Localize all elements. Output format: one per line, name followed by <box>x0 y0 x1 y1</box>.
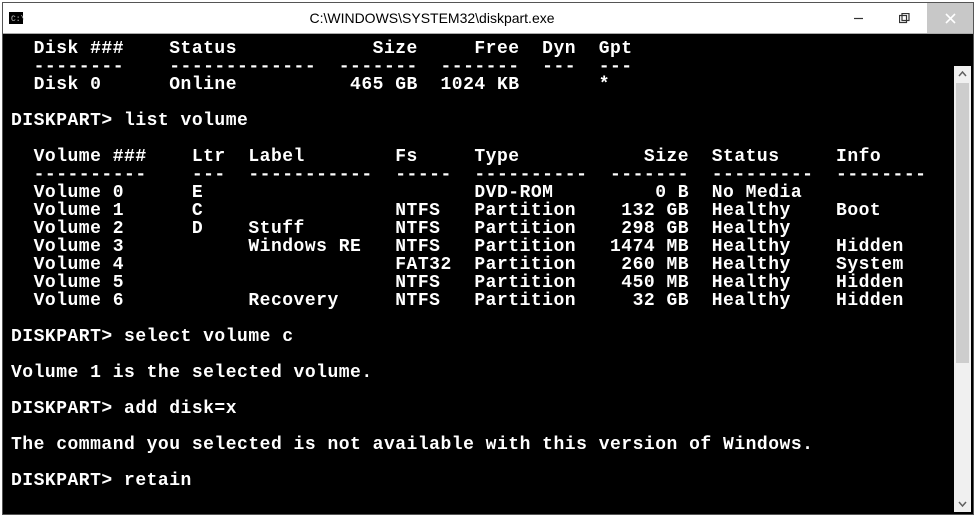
vertical-scrollbar[interactable] <box>954 66 971 512</box>
terminal-output[interactable]: Disk ### Status Size Free Dyn Gpt ------… <box>3 34 973 514</box>
window-controls <box>835 3 973 33</box>
maximize-button[interactable] <box>881 3 927 33</box>
scrollbar-thumb[interactable] <box>956 83 969 363</box>
scroll-up-button[interactable] <box>954 66 971 83</box>
svg-text:C:\: C:\ <box>11 15 24 24</box>
scroll-down-button[interactable] <box>954 495 971 512</box>
scrollbar-track[interactable] <box>954 83 971 495</box>
close-button[interactable] <box>927 3 973 33</box>
titlebar[interactable]: C:\ C:\WINDOWS\SYSTEM32\diskpart.exe <box>3 3 973 34</box>
minimize-button[interactable] <box>835 3 881 33</box>
window-title: C:\WINDOWS\SYSTEM32\diskpart.exe <box>29 10 835 26</box>
system-menu-icon[interactable]: C:\ <box>3 10 29 26</box>
